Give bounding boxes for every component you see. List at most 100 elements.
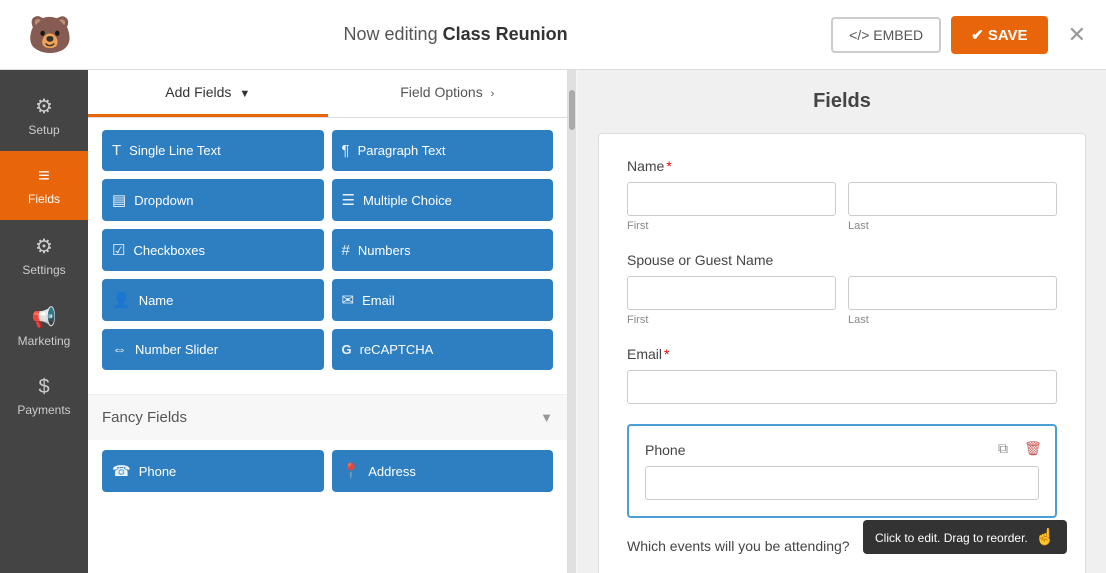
- fields-icon: ≡: [38, 165, 50, 188]
- name-icon: 👤: [112, 291, 131, 309]
- save-button[interactable]: ✔ SAVE: [951, 16, 1047, 54]
- close-button[interactable]: ✕: [1068, 22, 1086, 48]
- top-bar: 🐻 Now editing Class Reunion </> EMBED ✔ …: [0, 0, 1106, 70]
- sidebar-label-setup: Setup: [28, 123, 59, 137]
- field-btn-email[interactable]: ✉ Email: [332, 279, 554, 321]
- sidebar-label-payments: Payments: [17, 403, 70, 417]
- cursor-icon: ☝: [1035, 527, 1055, 547]
- field-btn-address[interactable]: 📍 Address: [332, 450, 554, 492]
- required-indicator: *: [666, 158, 671, 174]
- field-buttons-grid: T Single Line Text ¶ Paragraph Text ▤ Dr…: [88, 118, 567, 390]
- form-card: Name* First Last Spouse or Guest Name: [598, 133, 1086, 573]
- sidebar-label-marketing: Marketing: [18, 334, 71, 348]
- sidebar-label-settings: Settings: [22, 263, 65, 277]
- add-fields-chevron-icon: ▼: [239, 88, 250, 100]
- payments-icon: $: [38, 376, 49, 399]
- name-last-sublabel: Last: [848, 220, 1057, 232]
- spouse-last-sublabel: Last: [848, 314, 1057, 326]
- form-section-title: Fields: [598, 90, 1086, 113]
- name-first-input[interactable]: [627, 182, 836, 216]
- sidebar-item-setup[interactable]: ⚙ Setup: [0, 80, 88, 151]
- address-icon: 📍: [342, 462, 361, 480]
- field-btn-numbers[interactable]: # Numbers: [332, 229, 554, 271]
- fancy-fields-chevron-icon: ▼: [540, 410, 553, 425]
- main-layout: ⚙ Setup ≡ Fields ⚙ Settings 📢 Marketing …: [0, 70, 1106, 573]
- duplicate-icon[interactable]: ⧉: [991, 436, 1015, 460]
- delete-icon[interactable]: 🗑: [1021, 436, 1045, 460]
- name-field-row: First Last: [627, 182, 1057, 232]
- field-label-phone: Phone: [645, 442, 1039, 458]
- name-first-sublabel: First: [627, 220, 836, 232]
- name-last-input[interactable]: [848, 182, 1057, 216]
- sidebar-item-settings[interactable]: ⚙ Settings: [0, 220, 88, 291]
- phone-icon: ☎: [112, 462, 131, 480]
- sidebar-item-payments[interactable]: $ Payments: [0, 362, 88, 431]
- fancy-fields-grid: ☎ Phone 📍 Address: [88, 440, 567, 512]
- recaptcha-icon: G: [342, 342, 352, 357]
- field-btn-multiple-choice[interactable]: ☰ Multiple Choice: [332, 179, 554, 221]
- settings-icon: ⚙: [35, 234, 53, 259]
- single-line-icon: T: [112, 142, 121, 159]
- form-name: Class Reunion: [443, 24, 568, 44]
- editing-title: Now editing Class Reunion: [80, 24, 831, 45]
- number-slider-icon: ⇔: [112, 341, 127, 358]
- sidebar-label-fields: Fields: [28, 192, 60, 206]
- scroll-indicator: [568, 70, 576, 573]
- spouse-last-input[interactable]: [848, 276, 1057, 310]
- phone-field-actions: ⧉ 🗑: [991, 436, 1045, 460]
- field-label-name: Name*: [627, 158, 1057, 174]
- paragraph-icon: ¶: [342, 142, 350, 159]
- spouse-first-sublabel: First: [627, 314, 836, 326]
- field-btn-name[interactable]: 👤 Name: [102, 279, 324, 321]
- fancy-fields-label: Fancy Fields: [102, 409, 187, 426]
- field-grid: T Single Line Text ¶ Paragraph Text ▤ Dr…: [102, 130, 553, 370]
- field-label-email: Email*: [627, 346, 1057, 362]
- numbers-icon: #: [342, 242, 350, 259]
- phone-input[interactable]: [645, 466, 1039, 500]
- field-group-phone[interactable]: Phone ⧉ 🗑 Click to edit. Drag to reorder…: [627, 424, 1057, 518]
- multiple-choice-icon: ☰: [342, 191, 355, 209]
- field-btn-paragraph[interactable]: ¶ Paragraph Text: [332, 130, 554, 171]
- field-group-spouse: Spouse or Guest Name First Last: [627, 252, 1057, 326]
- fancy-field-grid: ☎ Phone 📍 Address: [102, 450, 553, 492]
- logo-bear-icon: 🐻: [24, 9, 76, 61]
- phone-field-wrapper[interactable]: Phone ⧉ 🗑: [627, 424, 1057, 518]
- embed-button[interactable]: </> EMBED: [831, 17, 941, 53]
- field-btn-checkboxes[interactable]: ☑ Checkboxes: [102, 229, 324, 271]
- top-bar-actions: </> EMBED ✔ SAVE ✕: [831, 16, 1086, 54]
- spouse-first-col: First: [627, 276, 836, 326]
- form-preview: Fields Name* First Last: [578, 70, 1106, 573]
- email-required-indicator: *: [664, 346, 669, 362]
- dropdown-icon: ▤: [112, 191, 126, 209]
- sidebar-item-marketing[interactable]: 📢 Marketing: [0, 291, 88, 362]
- fancy-fields-header[interactable]: Fancy Fields ▼: [88, 394, 567, 440]
- fields-panel: Add Fields ▼ Field Options › T Single Li…: [88, 70, 568, 573]
- field-btn-recaptcha[interactable]: G reCAPTCHA: [332, 329, 554, 370]
- logo: 🐻: [20, 5, 80, 65]
- field-group-email: Email*: [627, 346, 1057, 404]
- checkboxes-icon: ☑: [112, 241, 125, 259]
- field-btn-single-line[interactable]: T Single Line Text: [102, 130, 324, 171]
- field-btn-phone[interactable]: ☎ Phone: [102, 450, 324, 492]
- field-btn-dropdown[interactable]: ▤ Dropdown: [102, 179, 324, 221]
- marketing-icon: 📢: [32, 305, 57, 330]
- panel-tabs: Add Fields ▼ Field Options ›: [88, 70, 567, 118]
- email-input[interactable]: [627, 370, 1057, 404]
- field-label-spouse: Spouse or Guest Name: [627, 252, 1057, 268]
- name-last-col: Last: [848, 182, 1057, 232]
- phone-tooltip: Click to edit. Drag to reorder. ☝: [863, 520, 1067, 554]
- name-first-col: First: [627, 182, 836, 232]
- tab-field-options[interactable]: Field Options ›: [328, 70, 568, 117]
- field-btn-number-slider[interactable]: ⇔ Number Slider: [102, 329, 324, 370]
- scroll-thumb[interactable]: [569, 90, 575, 130]
- email-icon: ✉: [342, 291, 355, 309]
- spouse-first-input[interactable]: [627, 276, 836, 310]
- tab-add-fields[interactable]: Add Fields ▼: [88, 70, 328, 117]
- sidebar-item-fields[interactable]: ≡ Fields: [0, 151, 88, 220]
- field-options-chevron-icon: ›: [491, 88, 495, 100]
- gear-icon: ⚙: [35, 94, 53, 119]
- spouse-field-row: First Last: [627, 276, 1057, 326]
- spouse-last-col: Last: [848, 276, 1057, 326]
- field-group-name: Name* First Last: [627, 158, 1057, 232]
- icon-sidebar: ⚙ Setup ≡ Fields ⚙ Settings 📢 Marketing …: [0, 70, 88, 573]
